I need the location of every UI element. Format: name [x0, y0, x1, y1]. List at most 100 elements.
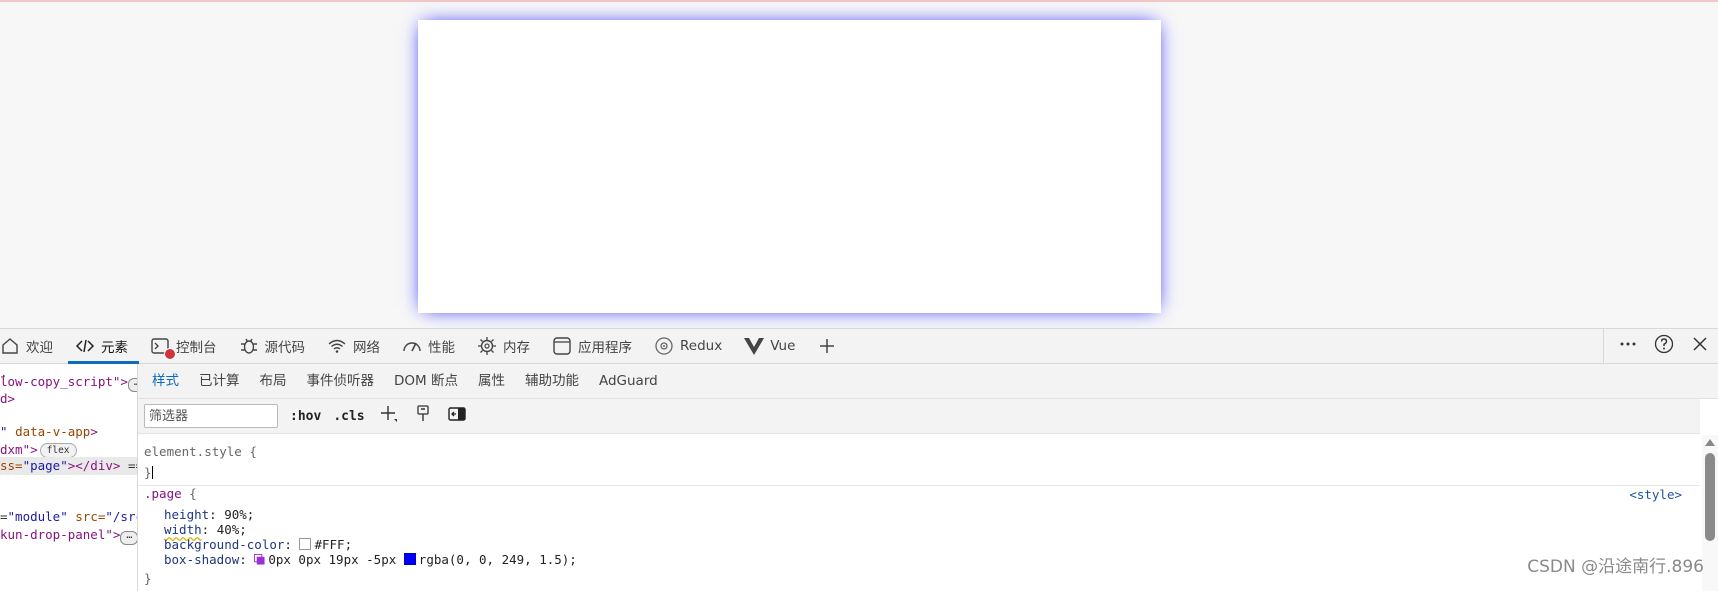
tab-welcome[interactable]: 欢迎	[0, 329, 64, 363]
dom-node-line[interactable]: ss="page"></div> ==	[0, 457, 137, 475]
dom-token: d>	[0, 391, 16, 406]
sidebar-toggle-icon	[447, 404, 467, 428]
code-icon	[75, 336, 95, 356]
subtab-computed[interactable]: 已计算	[189, 364, 250, 399]
property-name[interactable]: height	[164, 507, 209, 522]
tab-label: 控制台	[176, 340, 217, 356]
flex-badge[interactable]: flex	[39, 443, 77, 458]
filter-input[interactable]	[144, 404, 278, 428]
color-value[interactable]: rgba(0, 0, 249, 1.5);	[419, 552, 577, 567]
expand-ellipsis[interactable]: …	[120, 531, 137, 545]
paint-icon	[413, 404, 433, 428]
dom-node-line[interactable]: d>	[0, 390, 137, 408]
new-rule-icon	[379, 404, 399, 428]
closing-brace: }	[144, 465, 152, 480]
tab-memory[interactable]: 内存	[466, 329, 541, 363]
page-rule-selector: .page	[144, 486, 182, 501]
property-value[interactable]: 90%;	[224, 507, 254, 522]
shadow-editor-icon[interactable]	[254, 553, 265, 565]
dom-node-line[interactable]: " data-v-app>	[0, 423, 137, 441]
tab-label: 欢迎	[26, 340, 53, 356]
property-value[interactable]: 0px 0px 19px -5px	[268, 552, 403, 567]
color-swatch[interactable]	[299, 538, 312, 550]
close-devtools-button[interactable]	[1682, 329, 1718, 363]
tab-sources[interactable]: 源代码	[228, 329, 317, 363]
dom-token: low-copy_script">	[0, 374, 128, 389]
paint-button[interactable]	[413, 404, 433, 428]
page-viewport	[0, 0, 1718, 328]
gauge-icon	[402, 336, 422, 356]
styles-scrollbar[interactable]	[1702, 435, 1718, 591]
tab-label: 源代码	[264, 340, 306, 356]
page-rule-selector-line[interactable]: .page {	[144, 486, 197, 501]
vue-icon	[744, 336, 765, 356]
dom-token: dxm">	[0, 442, 38, 457]
dom-token: ></div>	[67, 458, 121, 473]
property-name[interactable]: background-color	[164, 537, 284, 552]
tab-label: 应用程序	[578, 340, 632, 356]
error-badge	[164, 348, 176, 360]
tab-performance[interactable]: 性能	[391, 329, 466, 363]
bug-icon	[239, 336, 259, 356]
subtab-styles[interactable]: 样式	[142, 364, 189, 399]
more-icon	[1618, 334, 1638, 358]
elements-tree: .low-copy_script">…d>" data-v-app>dxm">f…	[0, 364, 138, 591]
plus-icon	[817, 336, 837, 356]
subtab-properties[interactable]: 属性	[468, 364, 515, 399]
tab-label: 内存	[503, 340, 530, 356]
subtab-adguard[interactable]: AdGuard	[589, 364, 668, 399]
close-icon	[1690, 334, 1710, 358]
tab-elements[interactable]: 元素	[64, 329, 139, 364]
devtools-tab-bar: 欢迎 元素 控制台 源代码 网络 性能 内存 应用程序 Redux Vue	[0, 328, 1718, 364]
chip-icon	[477, 336, 497, 356]
new-rule-button[interactable]	[379, 406, 399, 426]
add-tab-button[interactable]	[806, 329, 854, 363]
tab-vue[interactable]: Vue	[733, 329, 806, 363]
color-swatch[interactable]	[403, 553, 416, 565]
element-style-close[interactable]: }	[144, 465, 153, 480]
subtab-event-listeners[interactable]: 事件侦听器	[297, 364, 385, 399]
hov-button[interactable]: :hov	[290, 409, 321, 424]
scroll-thumb[interactable]	[1705, 453, 1715, 541]
style-source-link[interactable]: <style>	[1629, 487, 1682, 502]
styles-filter-bar: :hov .cls	[138, 399, 1700, 434]
tab-console[interactable]: 控制台	[139, 329, 228, 363]
more-tools-button[interactable]	[1610, 329, 1646, 363]
page-div-preview	[418, 20, 1161, 313]
closing-brace: }	[144, 571, 152, 586]
property-name[interactable]: box-shadow	[164, 552, 239, 567]
declaration-background-color[interactable]: background-color: #FFF;	[164, 537, 352, 552]
declaration-width[interactable]: width: 40%;	[164, 522, 247, 537]
property-name[interactable]: width	[164, 522, 202, 537]
dom-node-line[interactable]: ="module" src="/src	[0, 508, 137, 526]
dom-token: ss=	[0, 458, 23, 473]
divider	[1603, 329, 1604, 363]
element-style-selector: element.style {	[144, 444, 257, 459]
element-style-rule[interactable]: element.style {	[144, 444, 257, 459]
dom-node-line[interactable]: kun-drop-panel">…	[0, 526, 137, 545]
subtab-dom-breakpoints[interactable]: DOM 断点	[384, 364, 468, 399]
dom-token: =	[0, 509, 8, 524]
dom-node-line[interactable]: low-copy_script">…	[0, 373, 137, 392]
dom-token: src=	[75, 509, 106, 524]
sidebar-toggle-button[interactable]	[447, 406, 467, 426]
tab-redux[interactable]: Redux	[643, 329, 733, 363]
subtab-accessibility[interactable]: 辅助功能	[515, 364, 589, 399]
property-value[interactable]: 40%;	[217, 522, 247, 537]
tab-label: 网络	[353, 340, 380, 356]
declaration-box-shadow[interactable]: box-shadow: 0px 0px 19px -5px rgba(0, 0,…	[164, 552, 577, 567]
subtab-layout[interactable]: 布局	[250, 364, 297, 399]
property-value[interactable]: #FFF;	[314, 537, 352, 552]
help-button[interactable]	[1646, 329, 1682, 363]
redux-icon	[654, 336, 674, 356]
tab-network[interactable]: 网络	[316, 329, 391, 363]
styles-subtab-bar: 样式 已计算 布局 事件侦听器 DOM 断点 属性 辅助功能 AdGuard	[138, 364, 1718, 399]
cls-button[interactable]: .cls	[333, 409, 364, 424]
dom-token: "	[0, 424, 16, 439]
open-brace: {	[181, 486, 197, 501]
tab-application[interactable]: 应用程序	[541, 329, 643, 363]
scroll-up-arrow[interactable]	[1705, 439, 1715, 446]
tab-label: Redux	[680, 338, 723, 354]
declaration-height[interactable]: height: 90%;	[164, 507, 254, 522]
app-icon	[552, 336, 572, 356]
